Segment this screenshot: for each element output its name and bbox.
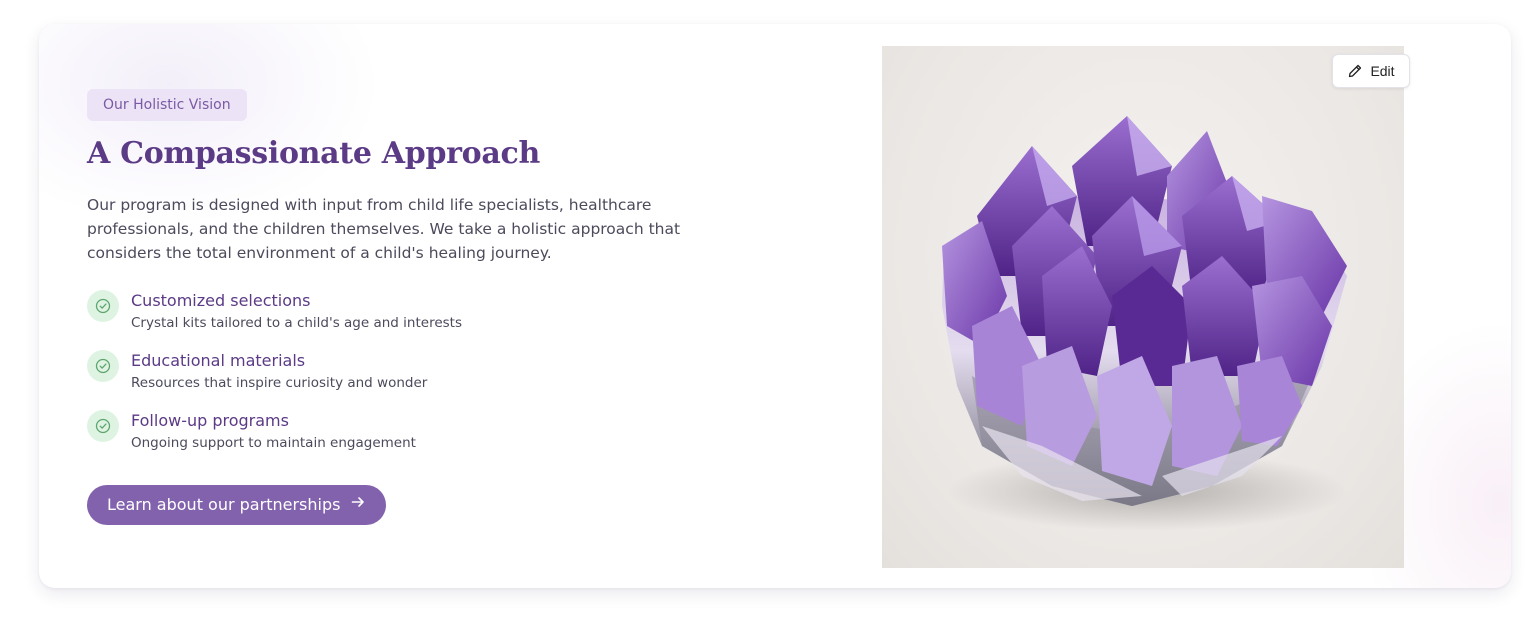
feature-description: Ongoing support to maintain engagement (131, 435, 416, 451)
feature-description: Resources that inspire curiosity and won… (131, 375, 428, 391)
learn-partnerships-button[interactable]: Learn about our partnerships (87, 485, 387, 525)
section-badge: Our Holistic Vision (87, 89, 247, 121)
feature-item: Educational materials Resources that ins… (87, 350, 647, 410)
edit-label: Edit (1370, 63, 1395, 79)
arrow-right-icon (350, 485, 366, 525)
feature-description: Crystal kits tailored to a child's age a… (131, 315, 462, 331)
section-description: Our program is designed with input from … (87, 196, 681, 262)
pencil-icon (1349, 64, 1362, 78)
check-circle-icon (87, 350, 119, 382)
crystal-image (882, 46, 1404, 568)
amethyst-crystal-illustration (942, 116, 1347, 531)
cta-label: Learn about our partnerships (107, 495, 341, 514)
section-title: A Compassionate Approach (87, 136, 540, 171)
feature-title: Follow-up programs (131, 411, 289, 430)
feature-list: Customized selections Crystal kits tailo… (87, 290, 647, 470)
approach-card: Our Holistic Vision A Compassionate Appr… (39, 24, 1511, 588)
edit-button[interactable]: Edit (1332, 54, 1410, 88)
feature-title: Customized selections (131, 291, 311, 310)
check-circle-icon (87, 290, 119, 322)
check-circle-icon (87, 410, 119, 442)
feature-item: Follow-up programs Ongoing support to ma… (87, 410, 647, 470)
feature-title: Educational materials (131, 351, 306, 370)
feature-item: Customized selections Crystal kits tailo… (87, 290, 647, 350)
